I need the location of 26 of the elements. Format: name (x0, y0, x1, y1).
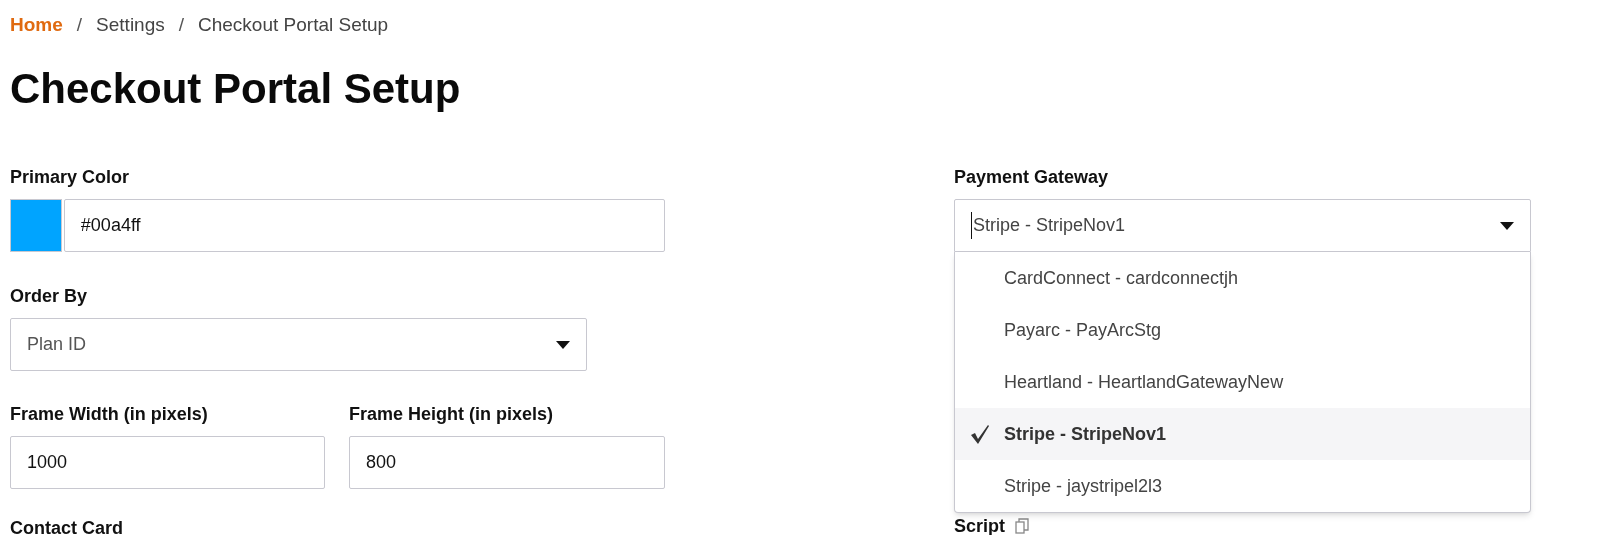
breadcrumb-link[interactable]: Settings (96, 13, 165, 37)
breadcrumb-separator: / (178, 13, 184, 37)
check-icon (969, 423, 991, 445)
caret-icon (556, 340, 570, 349)
dropdown-option[interactable]: Stripe - StripeNov1 (955, 408, 1530, 460)
breadcrumb-link[interactable]: Checkout Portal Setup (198, 13, 389, 37)
frame-height-field[interactable]: 800 (349, 436, 665, 489)
dropdown-option[interactable]: Stripe - jaystripel2l3 (955, 460, 1530, 512)
dropdown-option[interactable]: CardConnect - cardconnectjh (955, 252, 1530, 304)
field-label: Frame Height (in pixels) (349, 403, 555, 425)
frame-width-field[interactable]: 1000 (10, 436, 325, 489)
color-field[interactable]: #00a4ff (63, 199, 665, 252)
field-label: Payment Gateway (954, 166, 1110, 188)
breadcrumb-separator: / (76, 13, 83, 37)
field-label: Frame Width (in pixels) (10, 403, 209, 425)
field-label: Primary Color (10, 166, 131, 188)
caret-icon (1500, 221, 1514, 230)
dropdown-option[interactable]: Heartland - HeartlandGatewayNew (955, 356, 1530, 408)
field-label: Script (954, 515, 1005, 535)
copy-icon[interactable] (1015, 518, 1029, 534)
field-label: Order By (10, 285, 89, 307)
dropdown-option[interactable]: Payarc - PayArcStg (955, 304, 1530, 356)
color-swatch[interactable] (10, 199, 62, 252)
page-title: Checkout Portal Setup (9, 64, 462, 114)
field-label: Contact Card (10, 517, 124, 535)
order-by-select[interactable]: Plan ID (10, 318, 587, 371)
